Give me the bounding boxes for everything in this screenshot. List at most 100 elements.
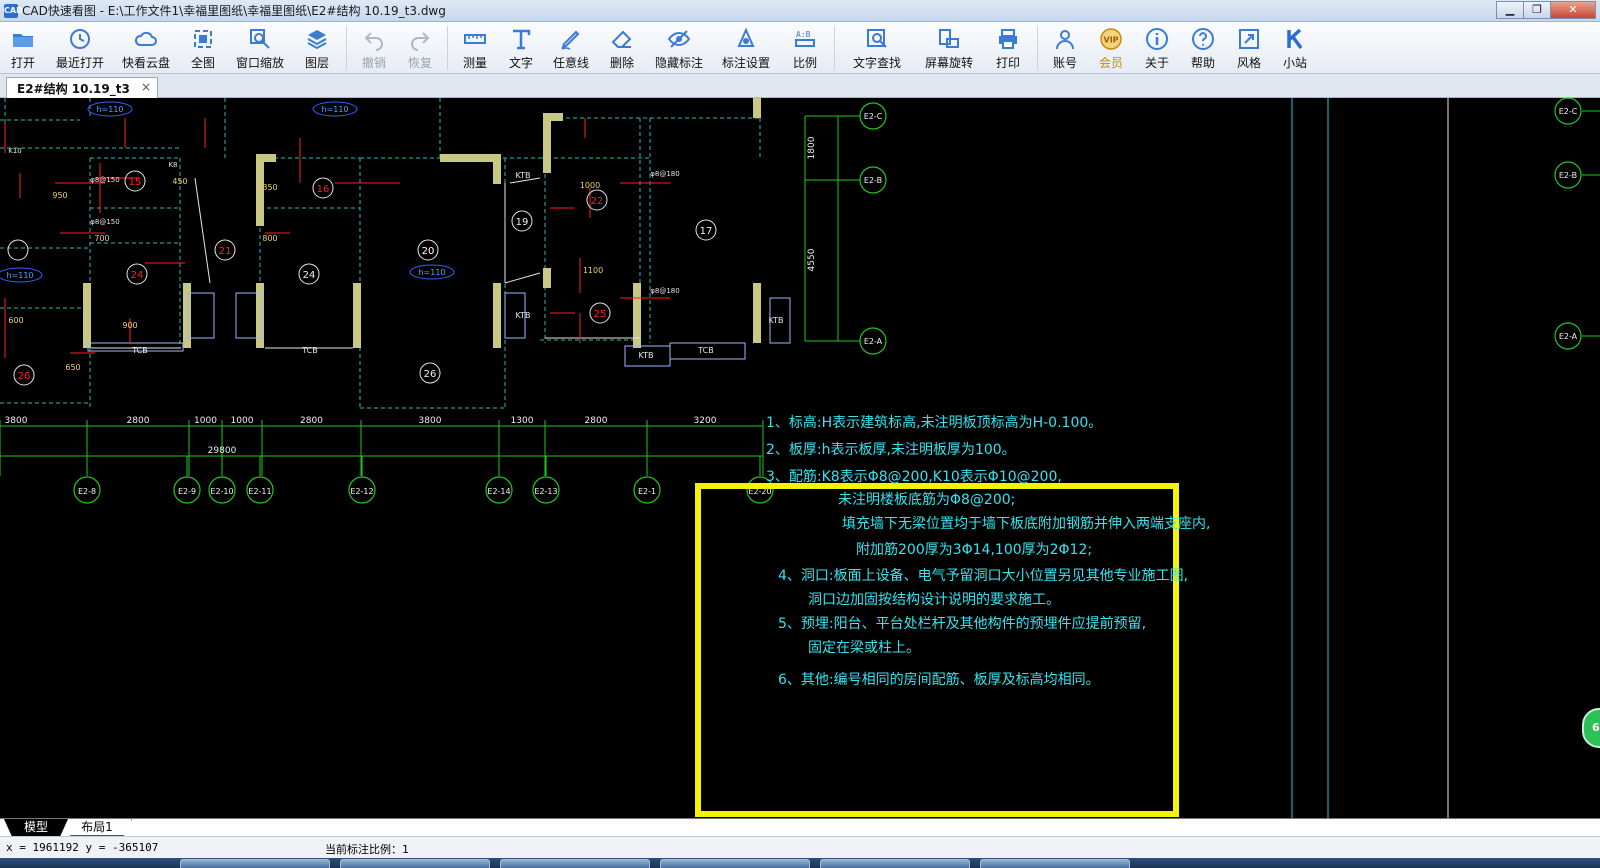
structure-line bbox=[194, 177, 211, 284]
open-button[interactable]: 打开 bbox=[0, 22, 46, 74]
rotate-button[interactable]: 屏幕旋转 bbox=[915, 22, 983, 74]
text-icon bbox=[513, 29, 531, 50]
fit-button[interactable]: 全图 bbox=[178, 22, 228, 74]
taskbar-item[interactable] bbox=[820, 859, 970, 868]
dimension-label: 2800 bbox=[585, 416, 608, 426]
beam-label: KTB bbox=[639, 351, 654, 360]
room-number-red: 26 bbox=[18, 371, 31, 382]
marksettings-button[interactable]: 标注设置 bbox=[712, 22, 780, 74]
style-button[interactable]: 风格 bbox=[1226, 22, 1272, 74]
rebar-tag: φ8@150 bbox=[90, 218, 119, 226]
rebar-dimension: 650 bbox=[65, 363, 80, 372]
status-bar: x = 1961192 y = -365107 当前标注比例：1 bbox=[0, 836, 1600, 858]
taskbar-item[interactable] bbox=[340, 859, 490, 868]
scale-button[interactable]: A:B 比例 bbox=[780, 22, 830, 74]
room-number-red: 21 bbox=[219, 246, 232, 257]
taskbar-item[interactable] bbox=[980, 859, 1130, 868]
beam-label: KTB bbox=[516, 311, 531, 320]
layers-icon bbox=[307, 30, 327, 50]
document-tab-strip: E2#结构 10.19_t3 × bbox=[0, 74, 1600, 98]
tab-model[interactable]: 模型 bbox=[4, 819, 68, 836]
zoomwin-button[interactable]: 窗口缩放 bbox=[228, 22, 292, 74]
dimension-label: 2800 bbox=[127, 416, 150, 426]
toolbar-separator bbox=[834, 26, 835, 70]
freeline-button[interactable]: 任意线 bbox=[544, 22, 598, 74]
close-button[interactable]: ✕ bbox=[1550, 1, 1596, 19]
dimension-label: 3800 bbox=[419, 416, 442, 426]
cloud-button[interactable]: 快看云盘 bbox=[114, 22, 178, 74]
opening-outline bbox=[187, 292, 215, 339]
findtext-button[interactable]: 文字查找 bbox=[839, 22, 915, 74]
rebar-dimension: 350 bbox=[262, 183, 277, 192]
taskbar-item[interactable] bbox=[180, 859, 330, 868]
wall-segment bbox=[543, 113, 563, 121]
wall-segment bbox=[753, 283, 761, 343]
axis-label: E2-9 bbox=[178, 487, 196, 496]
help-button[interactable]: 帮助 bbox=[1180, 22, 1226, 74]
dimension-label: 1300 bbox=[511, 416, 534, 426]
erase-label: 删除 bbox=[609, 56, 634, 70]
taskbar-item[interactable] bbox=[660, 859, 810, 868]
redo-button[interactable]: 恢复 bbox=[397, 22, 443, 74]
rebar-tag: φ8@150 bbox=[90, 176, 119, 184]
axis-label: E2-C bbox=[864, 112, 883, 121]
maximize-button[interactable]: ❐ bbox=[1523, 1, 1551, 19]
taskbar-item[interactable] bbox=[500, 859, 650, 868]
rebar-tag: φ8@180 bbox=[650, 287, 679, 295]
rebar-tag: K10 bbox=[8, 147, 22, 155]
recent-button[interactable]: 最近打开 bbox=[46, 22, 114, 74]
print-label: 打印 bbox=[995, 56, 1020, 70]
style-icon bbox=[1239, 29, 1259, 49]
room-number-white: 20 bbox=[422, 246, 435, 257]
toolbar-separator bbox=[447, 26, 448, 70]
slab-thickness-tag: h=110 bbox=[6, 271, 33, 280]
vip-button[interactable]: VIP 会员 bbox=[1088, 22, 1134, 74]
note-line: 3、配筋:K8表示Φ8@200,K10表示Φ10@200, bbox=[766, 469, 1062, 485]
printer-icon bbox=[999, 29, 1017, 49]
wall-segment bbox=[543, 113, 551, 173]
redo-icon bbox=[411, 32, 430, 51]
room-number-white: 26 bbox=[424, 369, 437, 380]
site-button[interactable]: 小站 bbox=[1272, 22, 1318, 74]
axis-label: E2-10 bbox=[210, 487, 233, 496]
user-icon bbox=[1056, 30, 1074, 50]
document-tab[interactable]: E2#结构 10.19_t3 × bbox=[6, 77, 158, 98]
hidemark-label: 隐藏标注 bbox=[654, 56, 703, 70]
layers-button[interactable]: 图层 bbox=[292, 22, 342, 74]
rebar-dimension: 950 bbox=[52, 191, 67, 200]
beam-label: KTB bbox=[516, 171, 531, 180]
print-button[interactable]: 打印 bbox=[983, 22, 1033, 74]
window-title: CAD快速看图 - E:\工作文件1\幸福里图纸\幸福里图纸\E2#结构 10.… bbox=[22, 4, 446, 18]
text-button[interactable]: 文字 bbox=[498, 22, 544, 74]
dimension-label: 1000 bbox=[231, 416, 254, 426]
rebar-dimension: 450 bbox=[172, 177, 187, 186]
drawing-canvas[interactable]: 15 16 20 21 22 24 25 26 17 19 20 24 26 h=110 h=110 h=11… bbox=[0, 98, 1600, 818]
close-tab-icon[interactable]: × bbox=[141, 80, 151, 94]
wall-segment bbox=[353, 283, 361, 348]
minimize-button[interactable]: ▁ bbox=[1496, 1, 1524, 19]
tab-layout1[interactable]: 布局1 bbox=[62, 819, 132, 836]
svg-text:A:B: A:B bbox=[796, 30, 811, 39]
erase-button[interactable]: 删除 bbox=[598, 22, 646, 74]
hidemark-button[interactable]: 隐藏标注 bbox=[646, 22, 712, 74]
note-line: 5、预埋:阳台、平台处栏杆及其他构件的预埋件应提前预留, bbox=[778, 616, 1147, 632]
axis-label: E2-B bbox=[864, 176, 882, 185]
scale-label: 比例 bbox=[792, 56, 817, 70]
gear-mark-icon bbox=[737, 27, 755, 47]
rebar-dimension: 600 bbox=[8, 316, 23, 325]
history-icon bbox=[70, 29, 90, 49]
room-number-white: 19 bbox=[516, 217, 529, 228]
total-dimension-label: 29800 bbox=[208, 446, 237, 456]
k-logo-icon bbox=[1287, 28, 1303, 50]
undo-button[interactable]: 撤销 bbox=[351, 22, 397, 74]
vip-label: 会员 bbox=[1098, 56, 1123, 70]
axis-label: E2-12 bbox=[350, 487, 373, 496]
wall-segment bbox=[256, 154, 276, 162]
fit-label: 全图 bbox=[190, 56, 215, 70]
about-button[interactable]: 关于 bbox=[1134, 22, 1180, 74]
folder-icon bbox=[13, 34, 33, 47]
measure-button[interactable]: 测量 bbox=[452, 22, 498, 74]
taskbar bbox=[0, 858, 1600, 868]
about-label: 关于 bbox=[1144, 56, 1169, 70]
account-button[interactable]: 账号 bbox=[1042, 22, 1088, 74]
